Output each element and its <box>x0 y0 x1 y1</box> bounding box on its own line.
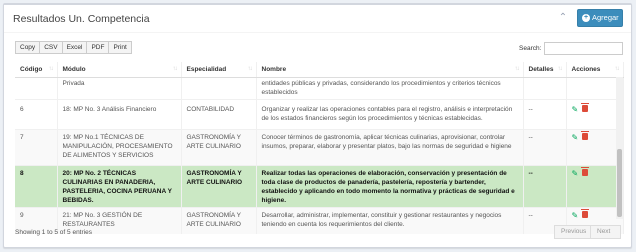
cell-detalles: -- <box>523 128 567 165</box>
add-button[interactable]: + Agregar <box>577 9 623 27</box>
table-info: Showing 1 to 5 of 5 entries <box>15 229 92 236</box>
header-codigo[interactable]: Código ↑↓ <box>15 62 58 78</box>
trash-icon[interactable] <box>580 208 589 218</box>
cell-acciones: ✎ <box>566 98 624 129</box>
cell-modulo: 19: MP No.1 TÉCNICAS DE MANIPULACIÓN, PR… <box>57 128 182 165</box>
cell-codigo: 7 <box>15 128 58 165</box>
panel-title: Resultados Un. Competencia <box>13 13 150 25</box>
trash-icon[interactable] <box>580 166 589 176</box>
cell-especialidad: GASTRONOMÍA Y ARTE CULINARIO <box>181 128 257 165</box>
cell-especialidad: CONTABILIDAD <box>181 98 257 129</box>
cell-codigo <box>15 76 58 99</box>
cell-detalles: -- <box>523 164 567 207</box>
cell-nombre: Realizar todas las operaciones de elabor… <box>256 164 524 207</box>
trash-icon[interactable] <box>580 102 589 112</box>
sort-icon: ↑↓ <box>48 66 54 72</box>
cell-acciones <box>566 76 624 99</box>
header-acciones[interactable]: Acciones ↑↓ <box>566 62 624 78</box>
table-scrollbar[interactable] <box>616 77 623 219</box>
collapse-button[interactable]: ⌃ <box>557 12 569 24</box>
sort-icon: ↑↓ <box>614 66 620 72</box>
edit-icon[interactable]: ✎ <box>572 211 579 219</box>
print-button[interactable]: Print <box>108 41 132 54</box>
scrollbar-thumb[interactable] <box>617 149 622 217</box>
pdf-button[interactable]: PDF <box>86 41 110 54</box>
header-detalles[interactable]: Detalles ↑↓ <box>523 62 567 78</box>
sort-icon: ↑↓ <box>247 66 253 72</box>
cell-acciones: ✎ <box>566 128 624 165</box>
pagination: Previous Next <box>554 225 621 239</box>
export-buttons: Copy CSV Excel PDF Print <box>15 41 132 54</box>
plus-circle-icon: + <box>582 13 590 22</box>
header-modulo[interactable]: Módulo ↑↓ <box>57 62 182 78</box>
header-especialidad[interactable]: Especialidad ↑↓ <box>181 62 257 78</box>
cell-nombre: Conocer términos de gastronomía, aplicar… <box>256 128 524 165</box>
cell-nombre: Desarrollar, administrar, implementar, c… <box>256 206 524 234</box>
cell-modulo: 18: MP No. 3 Análisis Financiero <box>57 98 182 129</box>
panel-header: Resultados Un. Competencia ⌃ + Agregar <box>4 5 631 31</box>
table-row: Privada entidades públicas y privadas, c… <box>15 76 624 99</box>
copy-button[interactable]: Copy <box>15 41 41 54</box>
add-button-label: Agregar <box>592 13 619 22</box>
search-input[interactable] <box>544 42 623 55</box>
table-row: 7 19: MP No.1 TÉCNICAS DE MANIPULACIÓN, … <box>15 128 624 165</box>
cell-acciones: ✎ <box>566 164 624 207</box>
cell-detalles: -- <box>523 98 567 129</box>
cell-modulo: 20: MP No. 2 TÉCNICAS CULINARIAS EN PANA… <box>57 164 182 207</box>
cell-especialidad: GASTRONOMÍA Y ARTE CULINARIO <box>181 206 257 234</box>
cell-nombre: Organizar y realizar las operaciones con… <box>256 98 524 129</box>
excel-button[interactable]: Excel <box>61 41 88 54</box>
sort-icon: ↑↓ <box>172 66 178 72</box>
header-nombre[interactable]: Nombre ↑↓ <box>256 62 524 78</box>
table-row: 6 18: MP No. 3 Análisis Financiero CONTA… <box>15 98 624 129</box>
table-row-selected[interactable]: 8 20: MP No. 2 TÉCNICAS CULINARIAS EN PA… <box>15 164 624 207</box>
results-table: Código ↑↓ Módulo ↑↓ Especialidad ↑↓ Nombre ↑… <box>15 62 624 234</box>
previous-button[interactable]: Previous <box>554 225 591 239</box>
results-panel: Resultados Un. Competencia ⌃ + Agregar Co… <box>3 3 632 248</box>
divider <box>4 32 631 33</box>
sort-icon: ↑↓ <box>514 66 520 72</box>
chevron-up-icon: ⌃ <box>558 12 568 23</box>
cell-codigo: 6 <box>15 98 58 129</box>
sort-icon: ↑↓ <box>557 66 563 72</box>
search-label: Search: <box>519 45 542 52</box>
cell-modulo: Privada <box>57 76 182 99</box>
cell-especialidad <box>181 76 257 99</box>
table-header-row: Código ↑↓ Módulo ↑↓ Especialidad ↑↓ Nombre ↑… <box>15 62 624 78</box>
cell-codigo: 8 <box>15 164 58 207</box>
cell-especialidad: GASTRONOMÍA Y ARTE CULINARIO <box>181 164 257 207</box>
table-row: 9 21: MP No. 3 GESTIÓN DE RESTAURANTES G… <box>15 206 624 234</box>
edit-icon[interactable]: ✎ <box>572 105 579 113</box>
csv-button[interactable]: CSV <box>39 41 63 54</box>
cell-detalles <box>523 76 567 99</box>
edit-icon[interactable]: ✎ <box>572 133 579 141</box>
next-button[interactable]: Next <box>590 225 621 239</box>
trash-icon[interactable] <box>580 130 589 140</box>
cell-nombre: entidades públicas y privadas, considera… <box>256 76 524 99</box>
edit-icon[interactable]: ✎ <box>572 169 579 177</box>
